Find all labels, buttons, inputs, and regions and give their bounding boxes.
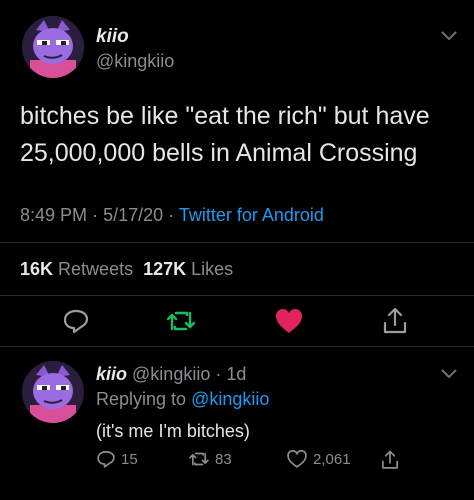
reply-age: 1d xyxy=(226,364,247,384)
reply-header: kiio @kingkiio · 1d xyxy=(96,364,246,385)
likes-stat[interactable]: 127K Likes xyxy=(143,259,233,279)
avatar[interactable] xyxy=(22,16,84,78)
tweet-date[interactable]: 5/17/20 xyxy=(103,205,163,225)
retweet-icon xyxy=(189,452,209,466)
reply-retweet-button[interactable]: 83 xyxy=(188,449,232,469)
tweet-source-link[interactable]: Twitter for Android xyxy=(179,205,324,225)
share-icon xyxy=(382,450,398,469)
display-name[interactable]: kiio xyxy=(96,26,129,48)
tweet-meta: 8:49 PM · 5/17/20 · Twitter for Android xyxy=(20,205,324,226)
separator: · xyxy=(92,205,99,225)
retweet-label: Retweets xyxy=(58,259,134,279)
separator: · xyxy=(168,205,175,225)
reply-share-button[interactable] xyxy=(380,449,400,471)
reply-text: (it's me I'm bitches) xyxy=(96,421,250,441)
tweet-time[interactable]: 8:49 PM xyxy=(20,205,87,225)
replying-to: Replying to @kingkiio xyxy=(96,389,269,410)
reply-count: 15 xyxy=(121,450,138,468)
reply-like-count: 2,061 xyxy=(313,450,351,468)
like-count: 127K xyxy=(143,259,187,279)
reply-icon[interactable] xyxy=(62,307,90,335)
tweet-text: bitches be like "eat the rich" but have … xyxy=(20,102,430,167)
mention-link[interactable]: @kingkiio xyxy=(191,389,269,409)
reply-display-name[interactable]: kiio xyxy=(96,364,127,384)
retweet-icon[interactable] xyxy=(165,307,197,335)
avatar-image xyxy=(22,16,84,78)
separator: · xyxy=(215,364,222,384)
tweet-stats: 16K Retweets 127K Likes xyxy=(20,259,233,280)
retweets-stat[interactable]: 16K Retweets xyxy=(20,259,133,279)
share-icon[interactable] xyxy=(381,306,409,336)
like-icon xyxy=(287,449,307,468)
divider xyxy=(0,346,474,347)
reply-handle[interactable]: @kingkiio xyxy=(132,364,210,384)
reply-like-button[interactable]: 2,061 xyxy=(286,449,351,469)
retweet-count: 16K xyxy=(20,259,54,279)
chevron-down-icon[interactable] xyxy=(440,368,458,380)
chevron-down-icon[interactable] xyxy=(440,30,458,42)
replying-label: Replying to xyxy=(96,389,187,409)
reply-reply-button[interactable]: 15 xyxy=(96,449,138,469)
avatar[interactable] xyxy=(22,361,84,423)
like-icon[interactable] xyxy=(274,307,304,335)
user-handle[interactable]: @kingkiio xyxy=(96,51,174,72)
divider xyxy=(0,295,474,296)
like-label: Likes xyxy=(191,259,234,279)
avatar-image xyxy=(22,361,84,423)
reply-icon xyxy=(97,451,115,468)
divider xyxy=(0,242,474,243)
reply-retweet-count: 83 xyxy=(215,450,232,468)
